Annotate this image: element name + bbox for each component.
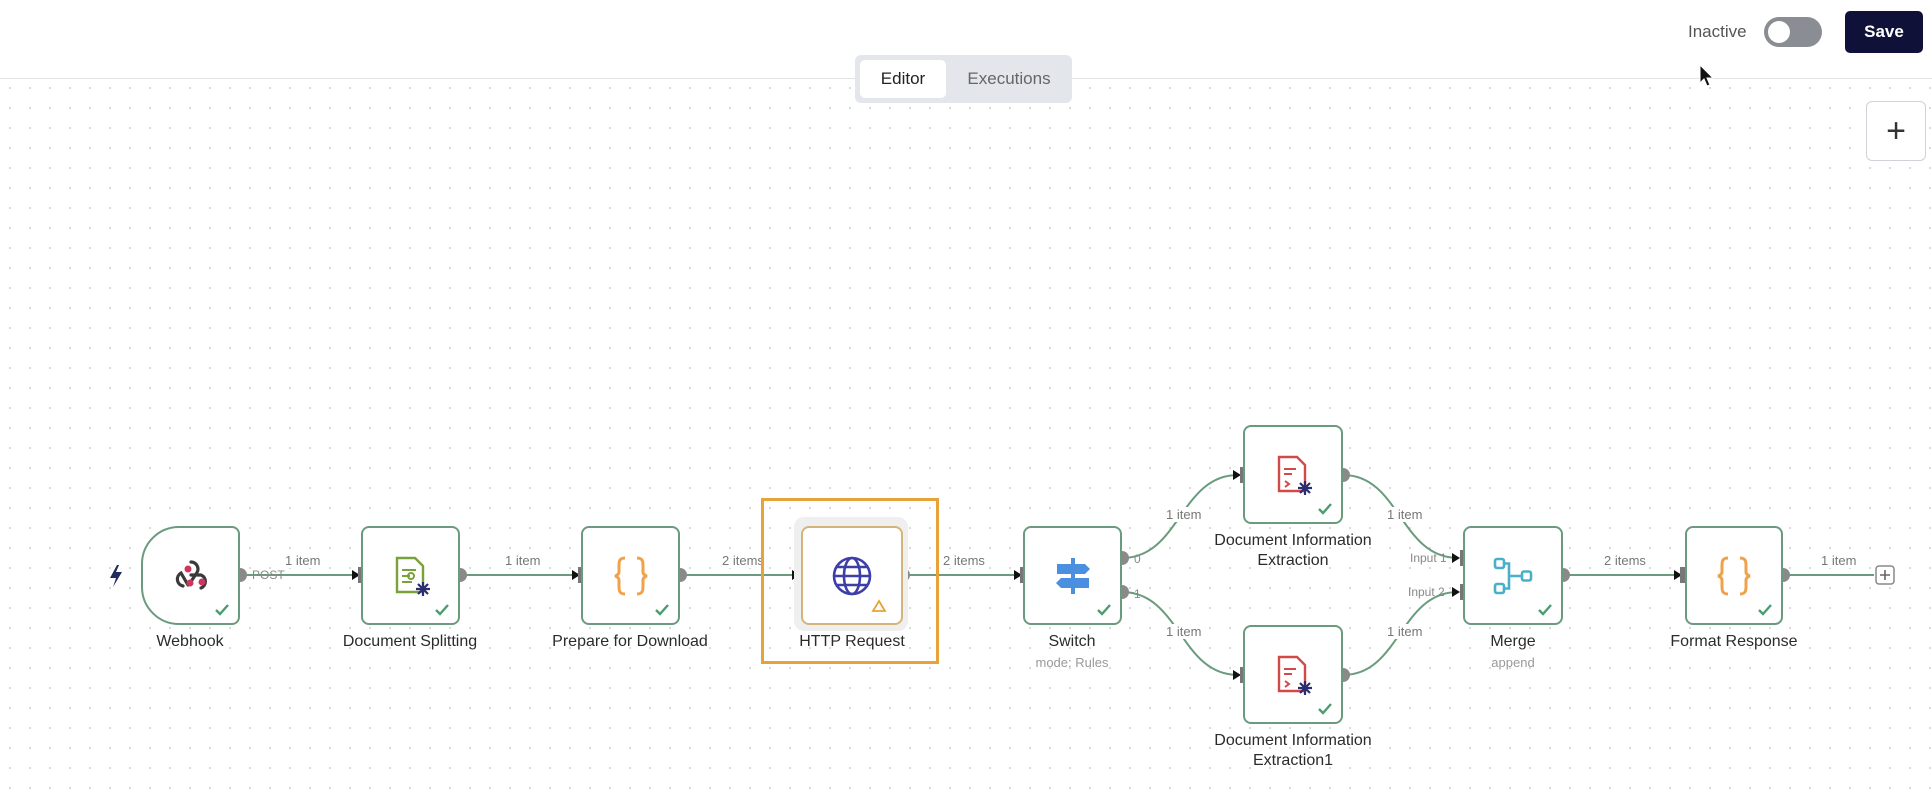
add-next-node-icon[interactable] — [1875, 565, 1895, 585]
node-document-information-extraction[interactable] — [1243, 425, 1343, 524]
port-label-post: POST — [252, 568, 285, 582]
success-check-icon — [215, 604, 229, 616]
connections-layer — [110, 467, 1895, 683]
edge-label: 1 item — [283, 553, 323, 568]
webhook-icon — [175, 559, 207, 590]
pdf-extract-icon — [1277, 655, 1312, 695]
node-http-request[interactable] — [801, 526, 903, 625]
trigger-bolt-icon — [110, 565, 122, 587]
success-check-icon — [655, 604, 669, 616]
code-braces-icon — [1717, 556, 1751, 595]
node-subtitle: mode: Rules — [1035, 655, 1109, 670]
node-document-splitting[interactable] — [361, 526, 460, 625]
node-format-response[interactable] — [1685, 526, 1783, 625]
node-webhook[interactable] — [141, 526, 240, 625]
node-label: Document Information Extraction — [1214, 532, 1372, 569]
success-check-icon — [435, 604, 449, 616]
edge-label: 1 item — [1819, 553, 1859, 568]
port-label-0: 0 — [1134, 552, 1141, 566]
node-label: HTTP Request — [799, 633, 905, 650]
node-label: Format Response — [1670, 633, 1798, 650]
node-prepare-for-download[interactable] — [581, 526, 680, 625]
edge-label: 1 item — [1164, 507, 1204, 522]
warning-icon — [871, 599, 887, 612]
node-label: Switch — [1048, 633, 1096, 650]
edge-label: 2 items — [1602, 553, 1648, 568]
globe-icon — [832, 556, 872, 595]
node-merge[interactable] — [1463, 526, 1563, 625]
edge-label: 1 item — [1385, 507, 1425, 522]
node-label: Webhook — [156, 633, 224, 650]
edge-label: 2 items — [941, 553, 987, 568]
pdf-extract-icon — [1277, 455, 1312, 495]
success-check-icon — [1318, 703, 1332, 715]
success-check-icon — [1318, 503, 1332, 515]
node-label: Document Splitting — [342, 633, 478, 650]
node-subtitle: append — [1491, 655, 1535, 670]
document-split-icon — [395, 556, 430, 596]
success-check-icon — [1538, 604, 1552, 616]
success-check-icon — [1097, 604, 1111, 616]
signpost-icon — [1055, 557, 1090, 594]
port-label-input2: Input 2 — [1408, 585, 1445, 599]
merge-icon — [1493, 557, 1533, 594]
edge-label: 1 item — [503, 553, 543, 568]
success-check-icon — [1758, 604, 1772, 616]
port-label-input1: Input 1 — [1410, 551, 1447, 565]
node-document-information-extraction1[interactable] — [1243, 625, 1343, 724]
code-braces-icon — [614, 556, 647, 595]
port-label-1: 1 — [1134, 587, 1141, 601]
node-label: Merge — [1490, 633, 1536, 650]
node-label: Prepare for Download — [552, 633, 708, 650]
edge-label: 2 items — [720, 553, 766, 568]
node-switch[interactable] — [1023, 526, 1122, 625]
node-label: Document Information Extraction1 — [1214, 732, 1372, 769]
